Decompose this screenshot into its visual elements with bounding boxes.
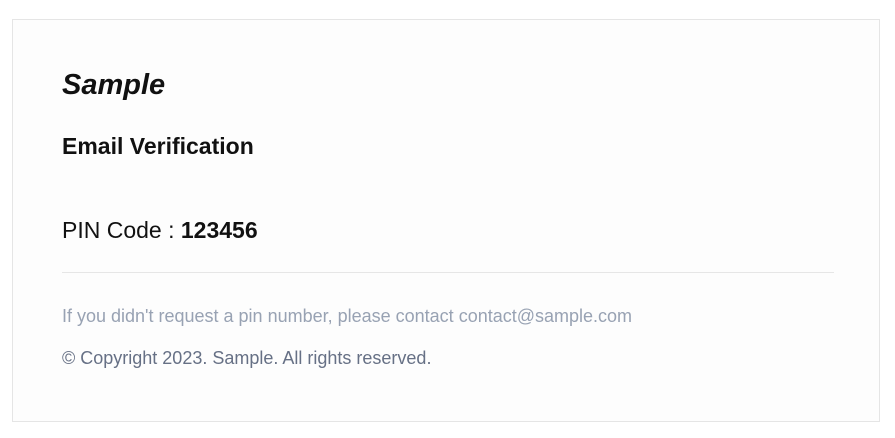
email-card: Sample Email Verification PIN Code : 123… xyxy=(12,19,880,422)
pin-code-row: PIN Code : 123456 xyxy=(62,216,258,244)
contact-email-link[interactable]: contact@sample.com xyxy=(459,306,632,326)
contact-notice-text: If you didn't request a pin number, plea… xyxy=(62,306,459,326)
pin-code-value: 123456 xyxy=(180,217,258,243)
contact-notice: If you didn't request a pin number, plea… xyxy=(62,305,632,327)
pin-code-label: PIN Code : xyxy=(62,217,181,243)
copyright-text: © Copyright 2023. Sample. All rights res… xyxy=(62,348,432,368)
email-verification-heading: Email Verification xyxy=(62,133,254,159)
brand-logo-text: Sample xyxy=(62,69,166,101)
divider xyxy=(62,272,834,273)
